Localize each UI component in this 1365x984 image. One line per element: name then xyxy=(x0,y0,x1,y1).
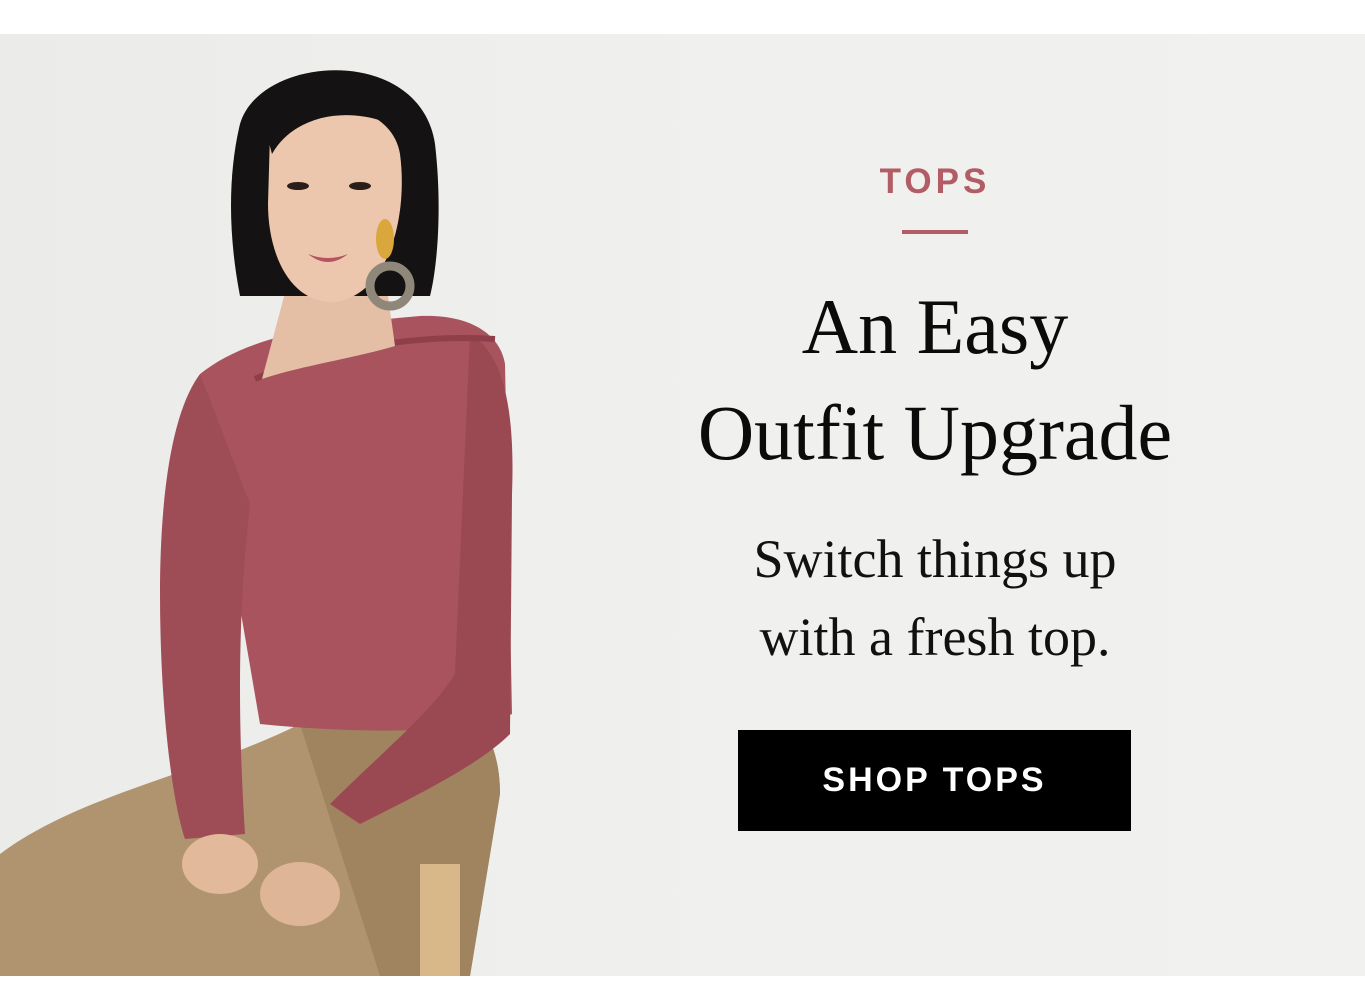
page: TOPS An Easy Outfit Upgrade Switch thing… xyxy=(0,0,1365,984)
subcopy-line-2: with a fresh top. xyxy=(759,607,1111,667)
promo-banner: TOPS An Easy Outfit Upgrade Switch thing… xyxy=(0,34,1365,976)
subcopy-line-1: Switch things up xyxy=(753,529,1117,589)
shop-tops-button[interactable]: SHOP TOPS xyxy=(738,730,1131,831)
headline-line-2: Outfit Upgrade xyxy=(697,389,1173,476)
model-photo xyxy=(0,70,513,976)
promo-headline: An Easy Outfit Upgrade xyxy=(600,274,1270,486)
category-label: TOPS xyxy=(879,162,991,201)
accent-divider xyxy=(902,230,968,234)
promo-copy: TOPS An Easy Outfit Upgrade Switch thing… xyxy=(600,34,1270,976)
headline-line-1: An Easy xyxy=(801,283,1069,370)
promo-subcopy: Switch things up with a fresh top. xyxy=(600,520,1270,676)
